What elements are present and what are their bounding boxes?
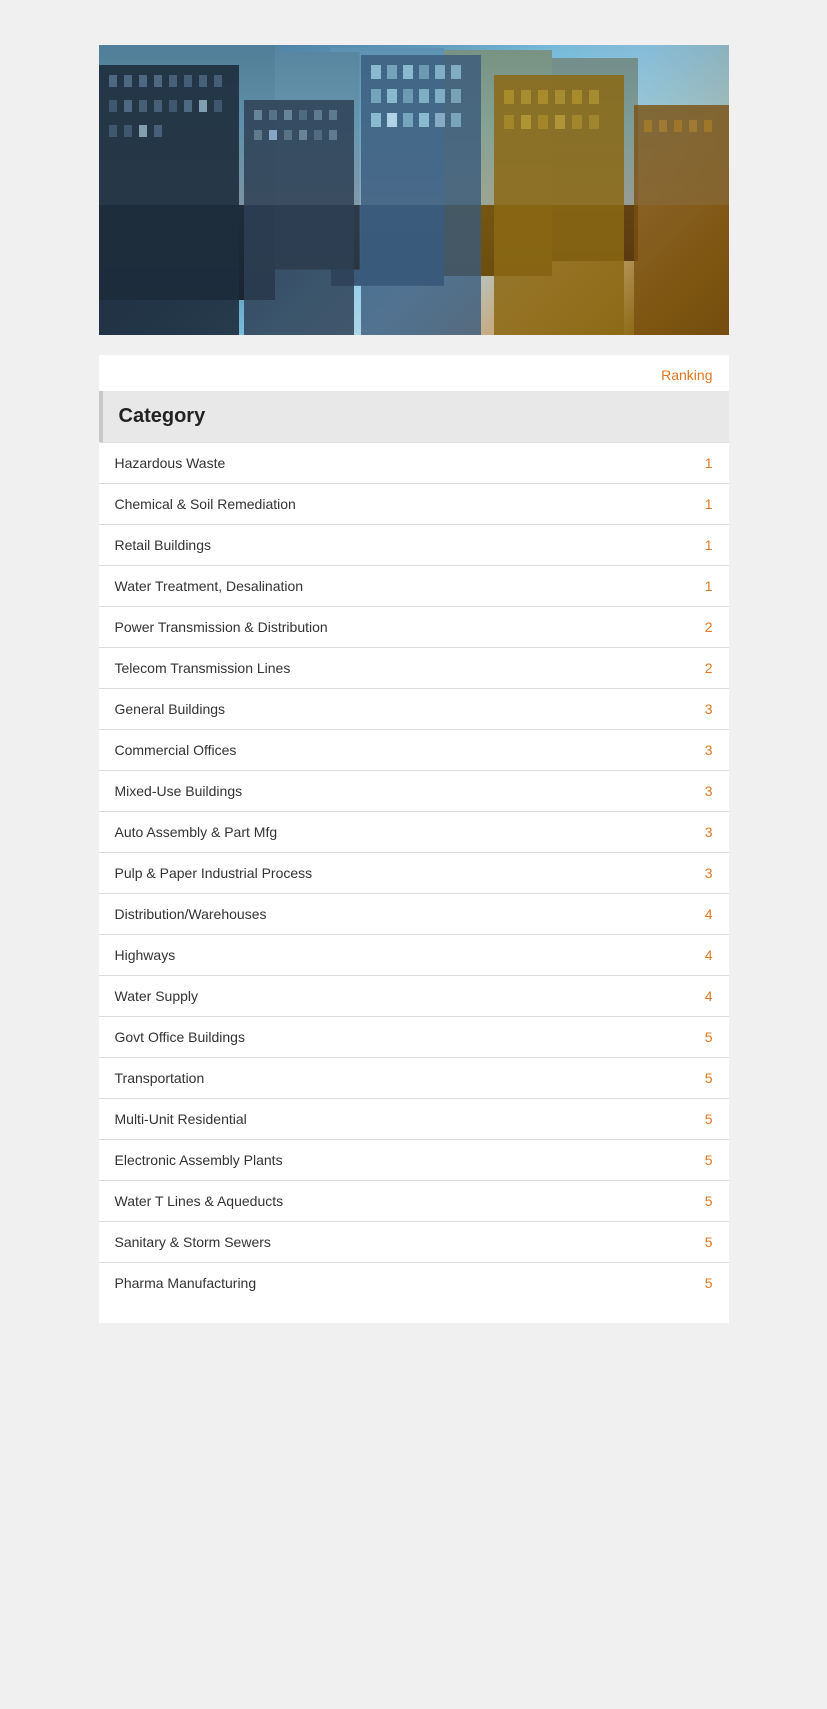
table-row[interactable]: Hazardous Waste1 bbox=[99, 442, 729, 483]
table-row[interactable]: Electronic Assembly Plants5 bbox=[99, 1139, 729, 1180]
category-header: Category bbox=[119, 405, 206, 427]
row-category-text: Water Supply bbox=[115, 988, 693, 1004]
ranking-header-text: Ranking bbox=[661, 367, 712, 383]
row-category-text: Water T Lines & Aqueducts bbox=[115, 1193, 693, 1209]
row-ranking-value: 5 bbox=[693, 1111, 713, 1127]
table-row[interactable]: Transportation5 bbox=[99, 1057, 729, 1098]
row-category-text: Electronic Assembly Plants bbox=[115, 1152, 693, 1168]
row-ranking-value: 5 bbox=[693, 1234, 713, 1250]
table-row[interactable]: Pharma Manufacturing5 bbox=[99, 1262, 729, 1303]
row-ranking-value: 4 bbox=[693, 906, 713, 922]
row-ranking-value: 1 bbox=[693, 578, 713, 594]
table-row[interactable]: General Buildings3 bbox=[99, 688, 729, 729]
table-row[interactable]: Chemical & Soil Remediation1 bbox=[99, 483, 729, 524]
row-category-text: Mixed-Use Buildings bbox=[115, 783, 693, 799]
row-ranking-value: 5 bbox=[693, 1029, 713, 1045]
row-category-text: Pharma Manufacturing bbox=[115, 1275, 693, 1291]
row-ranking-value: 2 bbox=[693, 660, 713, 676]
row-category-text: Highways bbox=[115, 947, 693, 963]
row-ranking-value: 5 bbox=[693, 1070, 713, 1086]
table-header: Category bbox=[99, 391, 729, 442]
row-ranking-value: 3 bbox=[693, 865, 713, 881]
table-row[interactable]: Distribution/Warehouses4 bbox=[99, 893, 729, 934]
row-ranking-value: 3 bbox=[693, 742, 713, 758]
row-category-text: Transportation bbox=[115, 1070, 693, 1086]
row-category-text: Hazardous Waste bbox=[115, 455, 693, 471]
row-category-text: Retail Buildings bbox=[115, 537, 693, 553]
row-ranking-value: 4 bbox=[693, 947, 713, 963]
row-ranking-value: 5 bbox=[693, 1193, 713, 1209]
table-row[interactable]: Water T Lines & Aqueducts5 bbox=[99, 1180, 729, 1221]
table-row[interactable]: Highways4 bbox=[99, 934, 729, 975]
row-category-text: Power Transmission & Distribution bbox=[115, 619, 693, 635]
table-row[interactable]: Water Supply4 bbox=[99, 975, 729, 1016]
footer-area bbox=[0, 1323, 827, 1383]
table-rows: Hazardous Waste1Chemical & Soil Remediat… bbox=[99, 442, 729, 1303]
table-row[interactable]: Power Transmission & Distribution2 bbox=[99, 606, 729, 647]
row-category-text: Commercial Offices bbox=[115, 742, 693, 758]
table-row[interactable]: Water Treatment, Desalination1 bbox=[99, 565, 729, 606]
ranking-label: Ranking bbox=[99, 355, 729, 391]
row-category-text: Govt Office Buildings bbox=[115, 1029, 693, 1045]
table-row[interactable]: Commercial Offices3 bbox=[99, 729, 729, 770]
row-category-text: Distribution/Warehouses bbox=[115, 906, 693, 922]
hero-image bbox=[99, 45, 729, 335]
table-row[interactable]: Mixed-Use Buildings3 bbox=[99, 770, 729, 811]
row-ranking-value: 2 bbox=[693, 619, 713, 635]
hero-image-inner bbox=[99, 45, 729, 335]
table-row[interactable]: Auto Assembly & Part Mfg3 bbox=[99, 811, 729, 852]
row-category-text: Pulp & Paper Industrial Process bbox=[115, 865, 693, 881]
row-category-text: Sanitary & Storm Sewers bbox=[115, 1234, 693, 1250]
row-ranking-value: 4 bbox=[693, 988, 713, 1004]
row-category-text: General Buildings bbox=[115, 701, 693, 717]
table-row[interactable]: Telecom Transmission Lines2 bbox=[99, 647, 729, 688]
table-row[interactable]: Govt Office Buildings5 bbox=[99, 1016, 729, 1057]
row-category-text: Water Treatment, Desalination bbox=[115, 578, 693, 594]
row-ranking-value: 3 bbox=[693, 701, 713, 717]
row-category-text: Multi-Unit Residential bbox=[115, 1111, 693, 1127]
row-ranking-value: 1 bbox=[693, 496, 713, 512]
row-ranking-value: 3 bbox=[693, 824, 713, 840]
table-row[interactable]: Retail Buildings1 bbox=[99, 524, 729, 565]
row-ranking-value: 5 bbox=[693, 1275, 713, 1291]
row-ranking-value: 1 bbox=[693, 537, 713, 553]
row-ranking-value: 5 bbox=[693, 1152, 713, 1168]
row-category-text: Telecom Transmission Lines bbox=[115, 660, 693, 676]
table-row[interactable]: Sanitary & Storm Sewers5 bbox=[99, 1221, 729, 1262]
table-container: Category Hazardous Waste1Chemical & Soil… bbox=[99, 391, 729, 1303]
table-row[interactable]: Multi-Unit Residential5 bbox=[99, 1098, 729, 1139]
page-container: Ranking Category Hazardous Waste1Chemica… bbox=[0, 45, 827, 1709]
row-ranking-value: 3 bbox=[693, 783, 713, 799]
content-area: Ranking Category Hazardous Waste1Chemica… bbox=[99, 355, 729, 1323]
buildings-svg bbox=[99, 45, 729, 335]
row-category-text: Chemical & Soil Remediation bbox=[115, 496, 693, 512]
row-category-text: Auto Assembly & Part Mfg bbox=[115, 824, 693, 840]
row-ranking-value: 1 bbox=[693, 455, 713, 471]
table-row[interactable]: Pulp & Paper Industrial Process3 bbox=[99, 852, 729, 893]
